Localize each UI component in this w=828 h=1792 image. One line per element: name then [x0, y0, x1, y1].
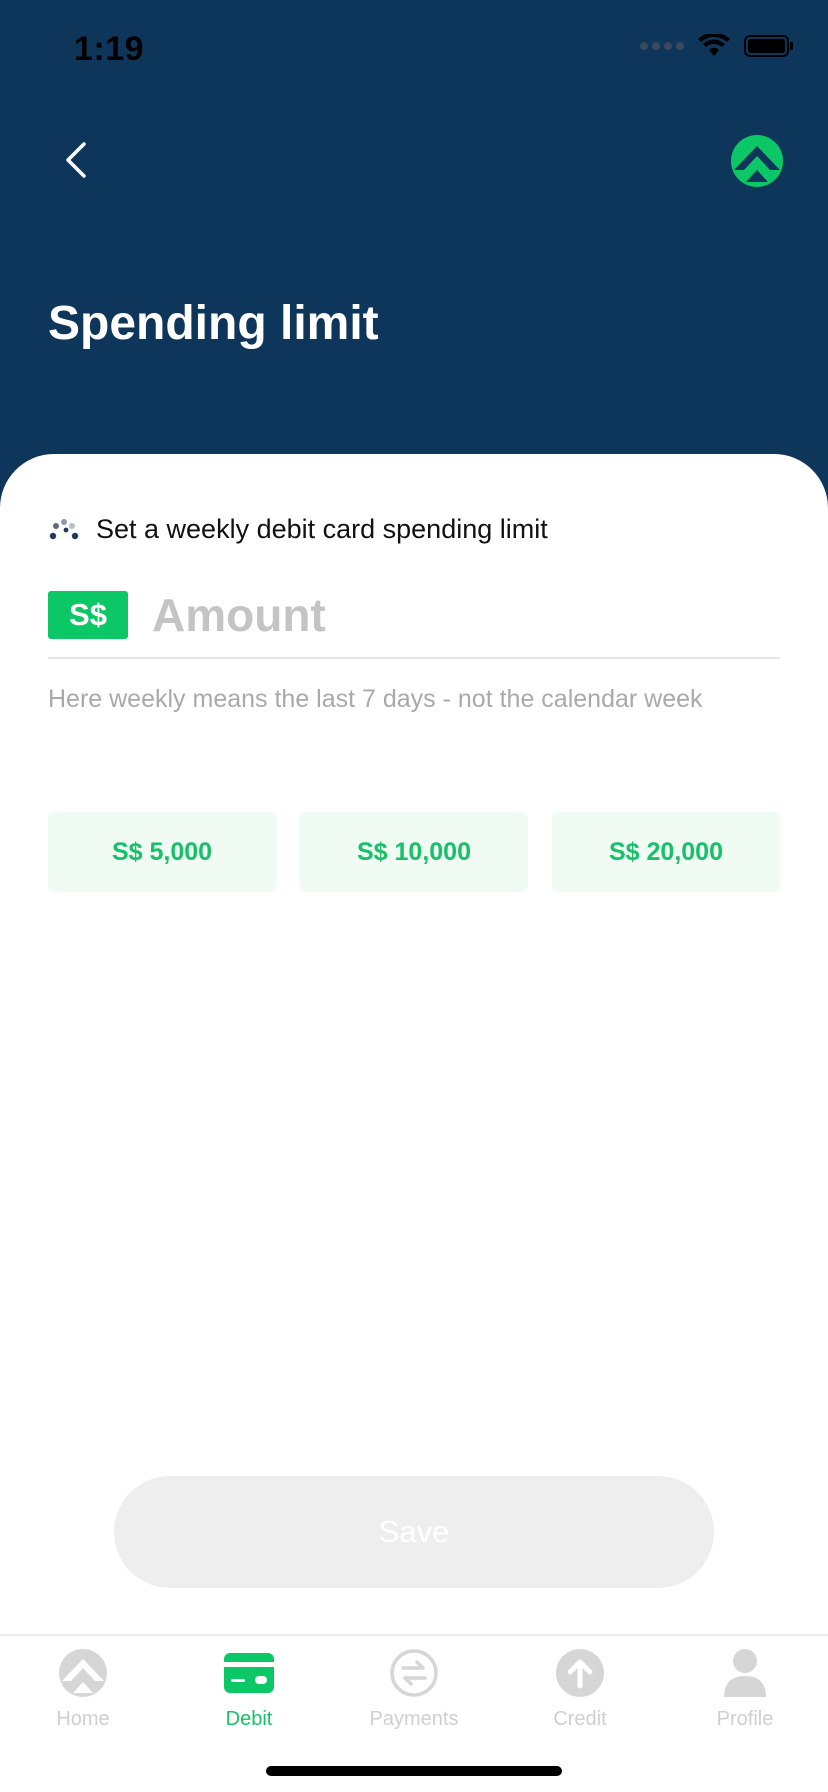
credit-icon: [553, 1646, 607, 1700]
limit-label: Set a weekly debit card spending limit: [96, 514, 548, 544]
tab-label-home: Home: [56, 1708, 110, 1730]
chevron-left-icon: [66, 142, 86, 178]
preset-button-20000[interactable]: S$ 20,000: [552, 812, 780, 892]
amount-row: S$: [48, 582, 780, 648]
content-sheet: Set a weekly debit card spending limit S…: [0, 454, 828, 1792]
header-nav: [0, 110, 828, 210]
loading-spinner-icon: [49, 518, 79, 539]
battery-icon: [744, 35, 793, 57]
back-button[interactable]: [48, 132, 104, 188]
card-icon: [222, 1646, 276, 1700]
tab-credit[interactable]: Credit: [497, 1646, 663, 1756]
preset-button-5000[interactable]: S$ 5,000: [48, 812, 276, 892]
currency-badge: S$: [48, 591, 128, 639]
tab-home[interactable]: Home: [0, 1646, 166, 1756]
tab-label-payments: Payments: [369, 1708, 459, 1730]
hint-text: Here weekly means the last 7 days - not …: [48, 685, 703, 713]
brand-logo-icon: [731, 135, 783, 187]
tab-debit[interactable]: Debit: [166, 1646, 332, 1756]
amount-divider: [48, 657, 780, 659]
amount-input[interactable]: [152, 585, 752, 645]
tab-label-credit: Credit: [553, 1708, 607, 1730]
preset-amounts: S$ 5,000 S$ 10,000 S$ 20,000: [48, 812, 780, 892]
status-icons: [640, 34, 794, 58]
status-time: 1:19: [74, 30, 145, 68]
cellular-signal-icon: [640, 42, 684, 50]
tab-payments[interactable]: Payments: [331, 1646, 497, 1756]
limit-label-row: Set a weekly debit card spending limit: [48, 514, 548, 545]
home-indicator: [266, 1766, 562, 1776]
tab-profile[interactable]: Profile: [662, 1646, 828, 1756]
profile-icon: [718, 1646, 772, 1700]
payments-icon: [387, 1646, 441, 1700]
home-icon: [56, 1646, 110, 1700]
save-button[interactable]: Save: [114, 1476, 714, 1588]
page-title: Spending limit: [48, 297, 379, 350]
tab-label-profile: Profile: [716, 1708, 774, 1730]
wifi-icon: [698, 34, 730, 56]
status-bar: 1:19: [0, 0, 828, 100]
tab-label-debit: Debit: [225, 1708, 273, 1730]
preset-button-10000[interactable]: S$ 10,000: [300, 812, 528, 892]
